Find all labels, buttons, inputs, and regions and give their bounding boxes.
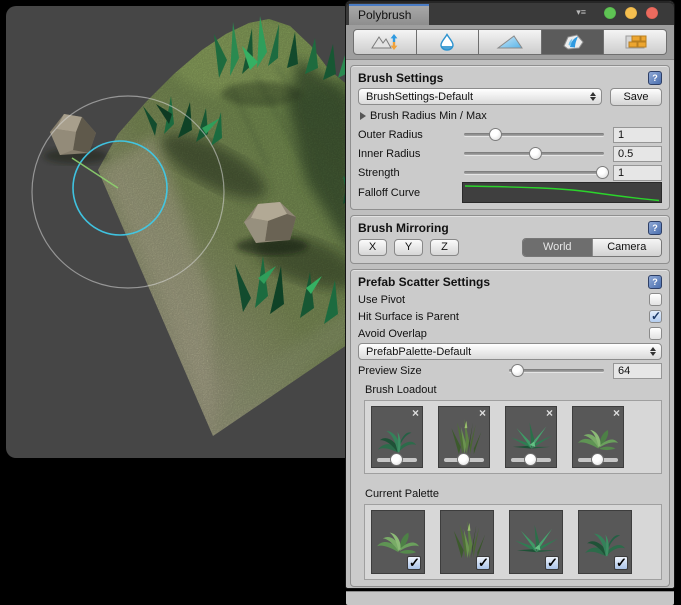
prefab-scatter-title: Prefab Scatter Settings [358,275,648,289]
brush-settings-section: Brush Settings ? BrushSettings-Default S… [350,65,670,210]
tool-scatter-prefabs-button[interactable] [542,29,605,55]
rock-1 [44,114,108,164]
loadout-slot-leafy[interactable]: × [572,406,624,468]
mirror-y-button[interactable]: Y [394,239,423,256]
use-pivot-label: Use Pivot [358,294,405,306]
brush-mirroring-title: Brush Mirroring [358,221,648,235]
help-icon[interactable]: ? [648,275,662,289]
preview-size-value[interactable]: 64 [613,363,662,379]
foldout-label: Brush Radius Min / Max [370,110,487,122]
palette-item-checkbox[interactable] [407,556,421,570]
window-titlebar: Polybrush ▾≡ [346,1,674,25]
inner-radius-slider[interactable] [462,146,606,161]
use-pivot-checkbox[interactable] [649,293,662,306]
loadout-slot-grass[interactable]: × [438,406,490,468]
remove-icon[interactable]: × [546,407,553,420]
remove-icon[interactable]: × [613,407,620,420]
palette-item-leafy[interactable] [371,510,425,574]
palette-item-checkbox[interactable] [476,556,490,570]
polybrush-window: Polybrush ▾≡ [345,0,675,589]
strength-slider[interactable] [462,165,606,180]
palette-item-spiky-fern[interactable] [509,510,563,574]
preview-size-slider[interactable] [507,363,606,378]
inspector-content: Brush Settings ? BrushSettings-Default S… [346,60,674,587]
mirror-x-button[interactable]: X [358,239,387,256]
plant-grass-preview [442,417,487,458]
terrain [66,6,354,458]
tab-polybrush[interactable]: Polybrush [349,4,429,25]
hit-surface-checkbox[interactable] [649,310,662,323]
segment-world[interactable]: World [523,239,592,256]
hit-surface-label: Hit Surface is Parent [358,311,459,323]
remove-icon[interactable]: × [412,407,419,420]
avoid-overlap-checkbox[interactable] [649,327,662,340]
loadout-weight-slider[interactable] [377,458,417,462]
palette-item-checkbox[interactable] [614,556,628,570]
falloff-curve-plot [463,183,661,202]
palette-item-checkbox[interactable] [545,556,559,570]
avoid-overlap-label: Avoid Overlap [358,328,427,340]
foldout-arrow-icon [360,112,366,120]
brush-loadout-panel: × × × × [364,400,662,474]
outer-radius-value[interactable]: 1 [613,127,662,143]
window-footer [346,591,674,605]
prefab-palette-value: PrefabPalette-Default [366,346,471,358]
mode-toolbar [346,25,674,60]
window-close-button[interactable] [646,7,658,19]
tool-paint-vertex-color-button[interactable] [479,29,542,55]
plant-leafy-preview [576,417,621,458]
save-button[interactable]: Save [610,88,662,106]
help-icon[interactable]: ? [648,221,662,235]
brush-settings-preset-value: BrushSettings-Default [366,91,473,103]
palette-item-fern[interactable] [578,510,632,574]
current-palette-panel [364,504,662,580]
falloff-curve-label: Falloff Curve [358,187,462,199]
inner-radius-value[interactable]: 0.5 [613,146,662,162]
brush-settings-preset-dropdown[interactable]: BrushSettings-Default [358,88,602,105]
loadout-weight-slider[interactable] [578,458,618,462]
raise-lower-terrain-icon [370,33,400,51]
prefab-palette-dropdown[interactable]: PrefabPalette-Default [358,343,662,360]
pane-menu-icon[interactable]: ▾≡ [576,7,586,18]
strength-value[interactable]: 1 [613,165,662,181]
scene-view[interactable] [6,6,354,458]
paint-triangle-icon [495,33,525,51]
plant-spiky-fern-preview [509,417,554,458]
strength-label: Strength [358,167,462,179]
window-minimize-button[interactable] [625,7,637,19]
segment-camera[interactable]: Camera [592,239,662,256]
current-palette-label: Current Palette [365,488,662,501]
water-drop-icon [432,33,462,51]
brush-mirroring-section: Brush Mirroring ? X Y Z World Camera [350,215,670,264]
mirror-z-button[interactable]: Z [430,239,459,256]
loadout-slot-spiky-fern[interactable]: × [505,406,557,468]
dropdown-arrows-icon [650,347,656,356]
tool-paint-texture-button[interactable] [604,29,667,55]
loadout-weight-slider[interactable] [511,458,551,462]
window-zoom-button[interactable] [604,7,616,19]
brush-loadout-label: Brush Loadout [365,384,662,397]
tool-smooth-button[interactable] [417,29,480,55]
palette-item-grass[interactable] [440,510,494,574]
help-icon[interactable]: ? [648,71,662,85]
tool-raise-lower-terrain-button[interactable] [353,29,417,55]
scatter-rock-icon [558,33,588,51]
scene-render [6,6,354,458]
falloff-curve-field[interactable] [462,182,662,203]
brush-settings-title: Brush Settings [358,71,648,85]
mirror-space-toggle: World Camera [522,238,662,257]
prefab-scatter-section: Prefab Scatter Settings ? Use Pivot Hit … [350,269,670,587]
loadout-slot-fern[interactable]: × [371,406,423,468]
remove-icon[interactable]: × [479,407,486,420]
inner-radius-label: Inner Radius [358,148,462,160]
outer-radius-label: Outer Radius [358,129,462,141]
texture-bricks-icon [620,33,650,51]
dropdown-arrows-icon [590,92,596,101]
loadout-weight-slider[interactable] [444,458,484,462]
outer-radius-slider[interactable] [462,127,606,142]
plant-fern-preview [375,417,420,458]
brush-radius-foldout[interactable]: Brush Radius Min / Max [358,106,662,125]
preview-size-label: Preview Size [358,365,507,377]
